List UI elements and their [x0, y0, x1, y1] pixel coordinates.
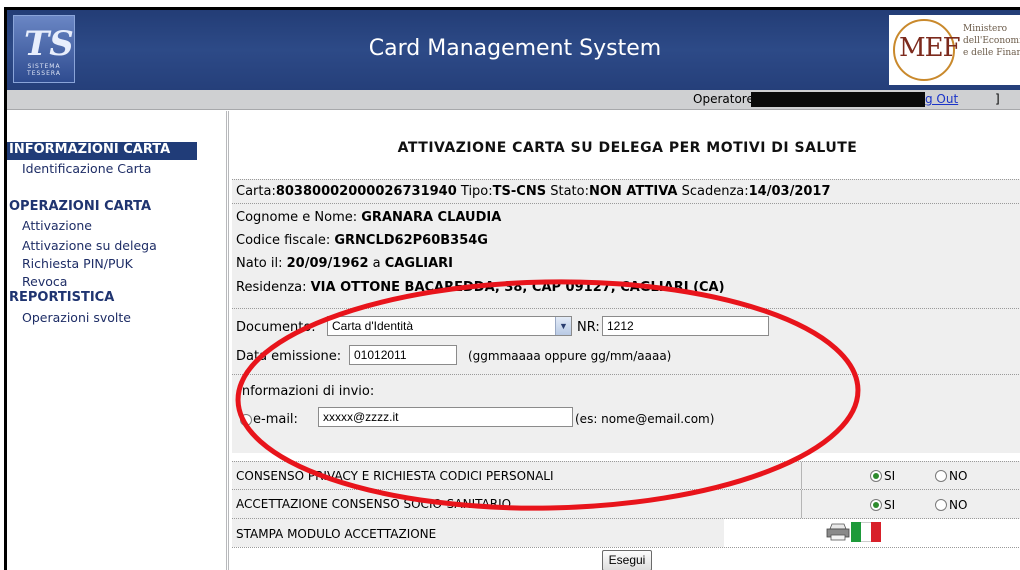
header-banner: TS SISTEMA TESSERA Card Management Syste…	[7, 10, 1020, 90]
mef-logo-area: MEF Ministero dell'Economia e delle Fina…	[889, 15, 1020, 85]
consent-socio-no-radio[interactable]	[935, 499, 947, 511]
cf-line: Codice fiscale: GRNCLD62P60B354G	[236, 233, 488, 248]
stampa-label: STAMPA MODULO ACCETTAZIONE	[236, 527, 437, 541]
consent-privacy-si-radio[interactable]	[870, 470, 882, 482]
app-title: Card Management System	[368, 36, 662, 61]
sidebar-item-attivazione[interactable]: Attivazione	[22, 218, 92, 233]
consent-row-socio-sanitario: ACCETTAZIONE CONSENSO SOCIO-SANITARIO SI…	[232, 489, 1020, 518]
ts-logo-subtitle: SISTEMA TESSERA	[27, 63, 61, 77]
email-hint: (es: nome@email.com)	[575, 412, 715, 426]
logout-bracket: ]	[995, 92, 1000, 106]
residenza-value: VIA OTTONE BACAREDDA, 38, CAP 09127, CAG…	[310, 280, 725, 295]
email-input[interactable]: xxxxx@zzzz.it	[318, 407, 573, 427]
sidebar: INFORMAZIONI CARTA Identificazione Carta…	[7, 111, 229, 570]
carta-label: Carta:	[236, 184, 276, 199]
operator-bar: Operatore: g Out ]	[7, 90, 1020, 110]
consent-socio-si-label: SI	[884, 498, 896, 512]
scadenza-label: Scadenza:	[681, 184, 749, 199]
nato-date: 20/09/1962	[286, 256, 369, 271]
data-emissione-input[interactable]: 01012011	[349, 345, 457, 365]
invio-block: Informazioni di invio: e-mail: xxxxx@zzz…	[232, 374, 1020, 453]
data-emissione-hint: (ggmmaaaa oppure gg/mm/aaaa)	[468, 349, 672, 363]
tipo-label: Tipo:	[460, 184, 493, 199]
nato-city: CAGLIARI	[384, 256, 454, 271]
cf-label: Codice fiscale:	[236, 233, 335, 248]
sidebar-item-identificazione-carta[interactable]: Identificazione Carta	[22, 161, 151, 176]
residenza-label: Residenza:	[236, 280, 311, 295]
consent-privacy-no-label: NO	[949, 469, 968, 483]
submit-row: Esegui	[232, 547, 1020, 570]
sidebar-item-operazioni-svolte[interactable]: Operazioni svolte	[22, 310, 131, 325]
data-emissione-label: Data emissione:	[236, 349, 342, 364]
nato-line: Nato il: 20/09/1962 a CAGLIARI	[236, 256, 453, 271]
stato-value: NON ATTIVA	[588, 184, 678, 199]
chevron-down-icon[interactable]: ▼	[555, 317, 571, 335]
app-window: TS SISTEMA TESSERA Card Management Syste…	[4, 7, 1020, 570]
cell-divider	[801, 490, 802, 518]
printer-icon[interactable]	[826, 523, 852, 541]
main-content: ATTIVAZIONE CARTA SU DELEGA PER MOTIVI D…	[232, 111, 1020, 570]
consent-privacy-label: CONSENSO PRIVACY E RICHIESTA CODICI PERS…	[236, 469, 554, 483]
scadenza-value: 14/03/2017	[748, 184, 831, 199]
email-radio[interactable]	[240, 414, 252, 426]
stato-label: Stato:	[550, 184, 589, 199]
sidebar-item-attivazione-su-delega[interactable]: Attivazione su delega	[22, 238, 157, 253]
tipo-value: TS-CNS	[492, 184, 547, 199]
residenza-line: Residenza: VIA OTTONE BACAREDDA, 38, CAP…	[236, 280, 725, 295]
card-info-row: Carta:80380002000026731940 Tipo:TS-CNS S…	[232, 179, 1020, 203]
sidebar-section-reportistica: REPORTISTICA	[9, 290, 115, 305]
sidebar-section-operazioni-carta: OPERAZIONI CARTA	[9, 199, 152, 214]
consent-socio-si-radio[interactable]	[870, 499, 882, 511]
nome-label: Cognome e Nome:	[236, 210, 362, 225]
nome-value: GRANARA CLAUDIA	[361, 210, 502, 225]
card-info-text: Carta:80380002000026731940 Tipo:TS-CNS S…	[236, 184, 831, 199]
consent-socio-no-label: NO	[949, 498, 968, 512]
logout-link[interactable]: g Out	[925, 92, 958, 106]
informazioni-invio-label: Informazioni di invio:	[238, 384, 375, 399]
esegui-button[interactable]: Esegui	[602, 550, 652, 570]
mef-logo-text: MEF	[899, 33, 961, 63]
consent-socio-label: ACCETTAZIONE CONSENSO SOCIO-SANITARIO	[236, 497, 512, 511]
person-info-block: Cognome e Nome: GRANARA CLAUDIA Codice f…	[232, 203, 1020, 308]
nr-label: NR:	[577, 320, 600, 335]
consent-privacy-no-radio[interactable]	[935, 470, 947, 482]
documento-select-value: Carta d'Identità	[332, 319, 414, 333]
page-title: ATTIVAZIONE CARTA SU DELEGA PER MOTIVI D…	[397, 140, 858, 156]
nato-label: Nato il:	[236, 256, 287, 271]
stampa-row: STAMPA MODULO ACCETTAZIONE	[232, 518, 1020, 548]
mef-ministry-text: Ministero dell'Economia e delle Finanze	[963, 23, 1020, 59]
mef-line-2: dell'Economia	[963, 36, 1020, 46]
document-block: Documento: Carta d'Identità ▼ NR: 1212 D…	[232, 308, 1020, 374]
cell-divider	[801, 462, 802, 489]
mef-line-3: e delle Finanze	[963, 48, 1020, 58]
documento-select[interactable]: Carta d'Identità ▼	[327, 316, 572, 336]
sidebar-item-revoca[interactable]: Revoca	[22, 274, 67, 289]
operator-label: Operatore:	[693, 92, 758, 106]
consent-row-privacy: CONSENSO PRIVACY E RICHIESTA CODICI PERS…	[232, 461, 1020, 489]
operator-name-redacted	[751, 92, 925, 107]
cf-value: GRNCLD62P60B354G	[334, 233, 488, 248]
mef-logo-icon: MEF	[893, 19, 961, 81]
nato-a: a	[368, 256, 385, 271]
nome-line: Cognome e Nome: GRANARA CLAUDIA	[236, 210, 501, 225]
consent-privacy-si-label: SI	[884, 469, 896, 483]
sidebar-section-informazioni-carta: INFORMAZIONI CARTA	[7, 142, 197, 160]
mef-line-1: Ministero	[963, 24, 1008, 34]
italy-flag-icon[interactable]	[851, 522, 881, 542]
sidebar-item-richiesta-pin-puk[interactable]: Richiesta PIN/PUK	[22, 256, 133, 271]
carta-value: 80380002000026731940	[275, 184, 457, 199]
documento-label: Documento:	[236, 320, 316, 335]
email-label: e-mail:	[253, 412, 298, 427]
nr-input[interactable]: 1212	[602, 316, 769, 336]
